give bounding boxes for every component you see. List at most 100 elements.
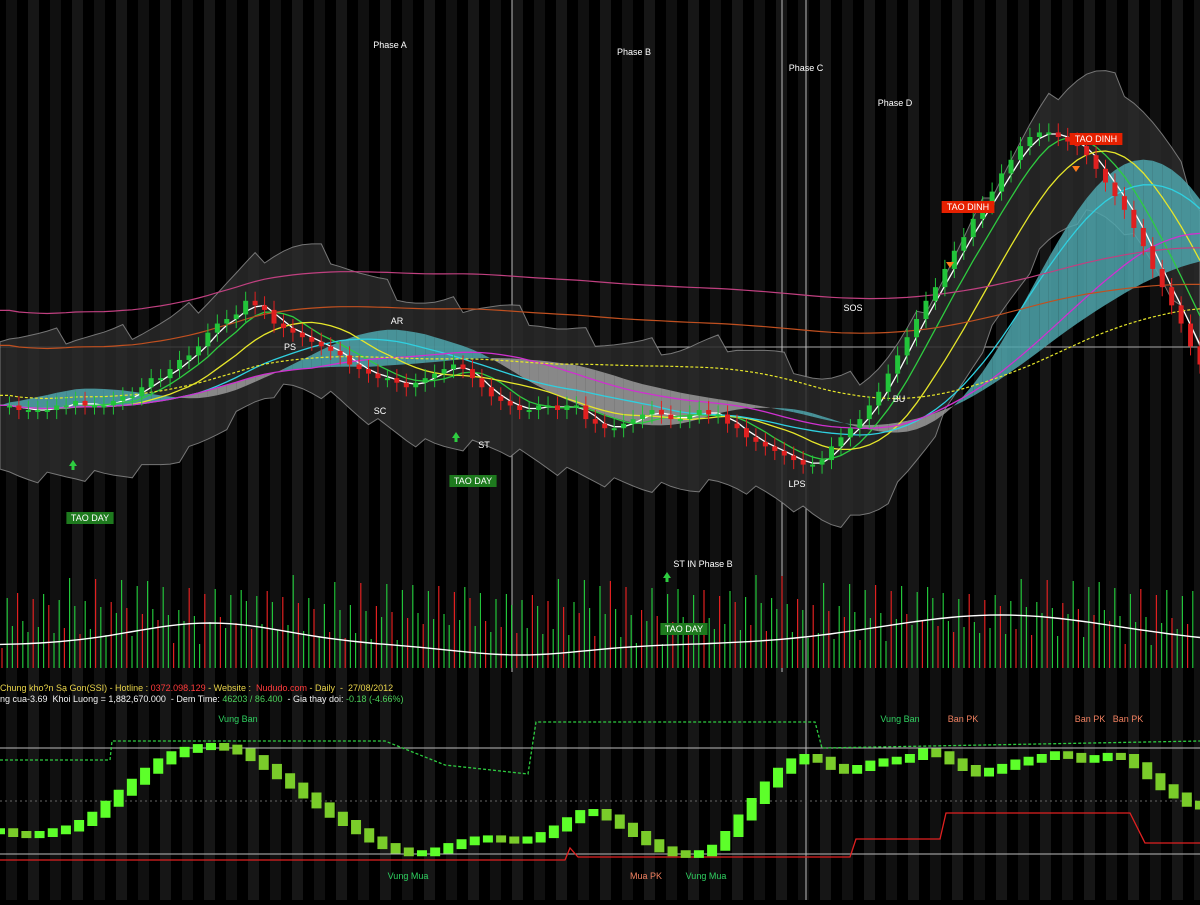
oscillator-bar bbox=[747, 798, 757, 821]
candle-body bbox=[593, 419, 598, 424]
candle-body bbox=[149, 378, 154, 387]
candle-body bbox=[744, 428, 749, 437]
oscillator-bar bbox=[1169, 784, 1179, 798]
candle-body bbox=[186, 355, 191, 360]
candle-body bbox=[838, 437, 843, 446]
candle-body bbox=[234, 314, 239, 319]
oscillator-bar bbox=[1076, 753, 1086, 763]
candle-body bbox=[26, 410, 31, 412]
candle-body bbox=[432, 374, 437, 379]
candle-body bbox=[735, 424, 740, 429]
ichimoku-cloud-segment bbox=[586, 367, 595, 411]
oscillator-bar bbox=[496, 835, 506, 842]
candle-body bbox=[942, 269, 947, 287]
info-2-part-2: - Gia thay doi: bbox=[282, 694, 346, 704]
oscillator-bar bbox=[232, 745, 242, 755]
candle-body bbox=[290, 328, 295, 333]
candle-body bbox=[867, 405, 872, 419]
candle-body bbox=[971, 219, 976, 237]
grid-stripe bbox=[380, 0, 391, 900]
ichimoku-cloud-segment bbox=[387, 330, 396, 366]
candle-body bbox=[1141, 228, 1146, 246]
chart-info-line-1: Chung kho?n Sạ Gon(SSI) - Hotline : 037… bbox=[0, 683, 393, 694]
candle-body bbox=[668, 415, 673, 420]
candle-body bbox=[385, 378, 390, 380]
candle-body bbox=[1065, 137, 1070, 142]
ichimoku-cloud-segment bbox=[378, 330, 387, 366]
oscillator-bar bbox=[522, 837, 532, 844]
grid-stripe bbox=[402, 0, 413, 900]
candle-body bbox=[772, 446, 777, 451]
vung-ban-label: Vung Ban bbox=[880, 714, 919, 724]
candle-body bbox=[215, 324, 220, 333]
candle-body bbox=[763, 442, 768, 447]
oscillator-bar bbox=[826, 757, 836, 770]
candle-body bbox=[914, 319, 919, 337]
grid-stripe bbox=[930, 0, 941, 900]
oscillator-bar bbox=[905, 754, 915, 763]
ichimoku-cloud-segment bbox=[359, 333, 368, 367]
oscillator-bar bbox=[35, 831, 45, 838]
candle-body bbox=[451, 365, 456, 370]
oscillator-bar bbox=[153, 758, 163, 773]
oscillator-bar bbox=[351, 820, 361, 834]
oscillator-bar bbox=[338, 812, 348, 826]
grid-stripe bbox=[1194, 0, 1200, 900]
candle-body bbox=[697, 410, 702, 415]
ban-pk-label: Ban PK bbox=[1113, 714, 1144, 724]
candle-body bbox=[394, 378, 399, 383]
candle-body bbox=[517, 405, 522, 410]
candle-body bbox=[801, 460, 806, 465]
candle-body bbox=[905, 337, 910, 355]
phase-label: Phase B bbox=[617, 47, 651, 57]
oscillator-bar bbox=[562, 817, 572, 831]
candle-body bbox=[1018, 146, 1023, 160]
oscillator-bar bbox=[377, 837, 387, 850]
oscillator-bar bbox=[285, 773, 295, 788]
tao-day-signal: TAO DAY bbox=[71, 513, 109, 523]
candle-body bbox=[64, 405, 69, 407]
oscillator-bar bbox=[575, 810, 585, 823]
candle-body bbox=[678, 419, 683, 421]
grid-stripe bbox=[226, 0, 237, 900]
candle-body bbox=[602, 424, 607, 429]
candle-body bbox=[224, 319, 229, 324]
candle-body bbox=[923, 301, 928, 319]
grid-stripe bbox=[424, 0, 435, 900]
candle-body bbox=[92, 405, 97, 407]
phase-label: Phase A bbox=[373, 40, 407, 50]
info-1-part-2: - Website : bbox=[206, 683, 254, 693]
tao-day-signal: TAO DAY bbox=[665, 624, 703, 634]
wyckoff-label: SC bbox=[374, 406, 387, 416]
oscillator-bar bbox=[786, 758, 796, 773]
candle-body bbox=[196, 346, 201, 355]
candle-body bbox=[35, 410, 40, 412]
candle-body bbox=[498, 396, 503, 401]
oscillator-bar bbox=[114, 790, 124, 807]
candle-body bbox=[886, 374, 891, 392]
candle-body bbox=[139, 387, 144, 396]
chart-canvas[interactable]: Phase APhase BPhase CPhase DPSARSCSTST I… bbox=[0, 0, 1200, 900]
candle-body bbox=[300, 333, 305, 338]
candle-body bbox=[158, 378, 163, 380]
wyckoff-label: ST IN Phase B bbox=[673, 559, 732, 569]
oscillator-bar bbox=[918, 749, 928, 761]
oscillator-bar bbox=[443, 843, 453, 853]
ichimoku-cloud-segment bbox=[1162, 164, 1171, 274]
candle-body bbox=[1094, 155, 1099, 169]
candle-body bbox=[820, 460, 825, 465]
oscillator-bar bbox=[470, 837, 480, 846]
oscillator-bar bbox=[193, 744, 203, 753]
ban-pk-label: Ban PK bbox=[1075, 714, 1106, 724]
candle-body bbox=[375, 374, 380, 379]
vung-mua-label: Vung Mua bbox=[686, 871, 727, 881]
ban-pk-label: Ban PK bbox=[948, 714, 979, 724]
candle-body bbox=[45, 410, 50, 412]
candle-body bbox=[782, 451, 787, 456]
candle-body bbox=[933, 287, 938, 301]
candle-body bbox=[347, 355, 352, 364]
candle-body bbox=[338, 351, 343, 356]
candle-body bbox=[612, 428, 617, 430]
candle-body bbox=[706, 410, 711, 415]
oscillator-bar bbox=[1182, 793, 1192, 807]
